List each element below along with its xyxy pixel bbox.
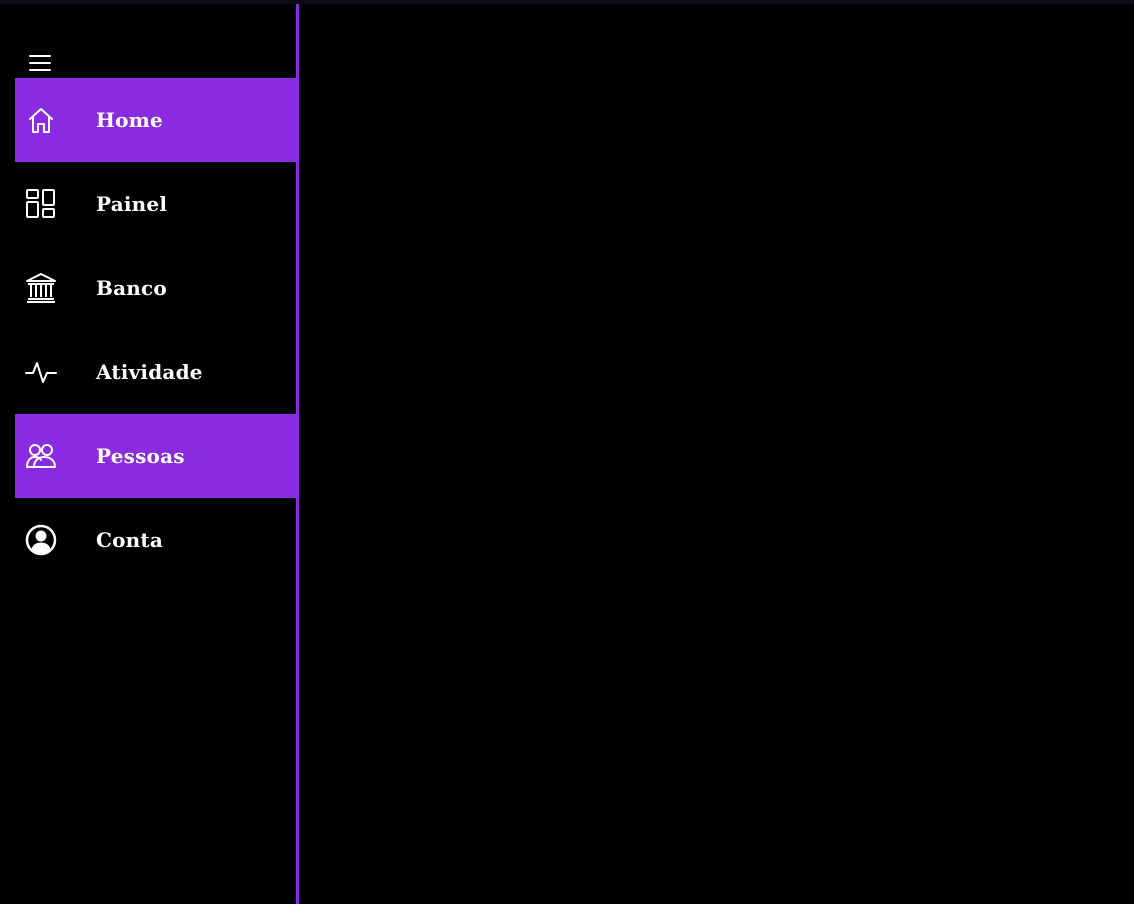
sidebar-item-label: Painel [96,192,168,216]
people-icon [25,440,57,472]
activity-icon [25,356,57,388]
sidebar-item-banco[interactable]: Banco [15,246,298,330]
sidebar-item-conta[interactable]: Conta [15,498,298,582]
hamburger-menu-icon [28,53,52,73]
menu-toggle-button[interactable] [25,48,55,78]
sidebar-item-label: Conta [96,528,163,552]
sidebar-nav: Home Painel Banco Atividade Pessoas Cont… [15,78,298,582]
sidebar: Home Painel Banco Atividade Pessoas Cont… [0,4,298,904]
sidebar-item-label: Pessoas [96,444,185,468]
sidebar-item-label: Banco [96,276,167,300]
main-content [299,4,1134,904]
bank-icon [25,272,57,304]
home-icon [25,104,57,136]
sidebar-item-atividade[interactable]: Atividade [15,330,298,414]
sidebar-item-pessoas[interactable]: Pessoas [15,414,298,498]
sidebar-item-label: Atividade [96,360,203,384]
sidebar-item-label: Home [96,108,163,132]
account-icon [25,524,57,556]
sidebar-item-painel[interactable]: Painel [15,162,298,246]
dashboard-icon [25,188,57,220]
sidebar-item-home[interactable]: Home [15,78,298,162]
